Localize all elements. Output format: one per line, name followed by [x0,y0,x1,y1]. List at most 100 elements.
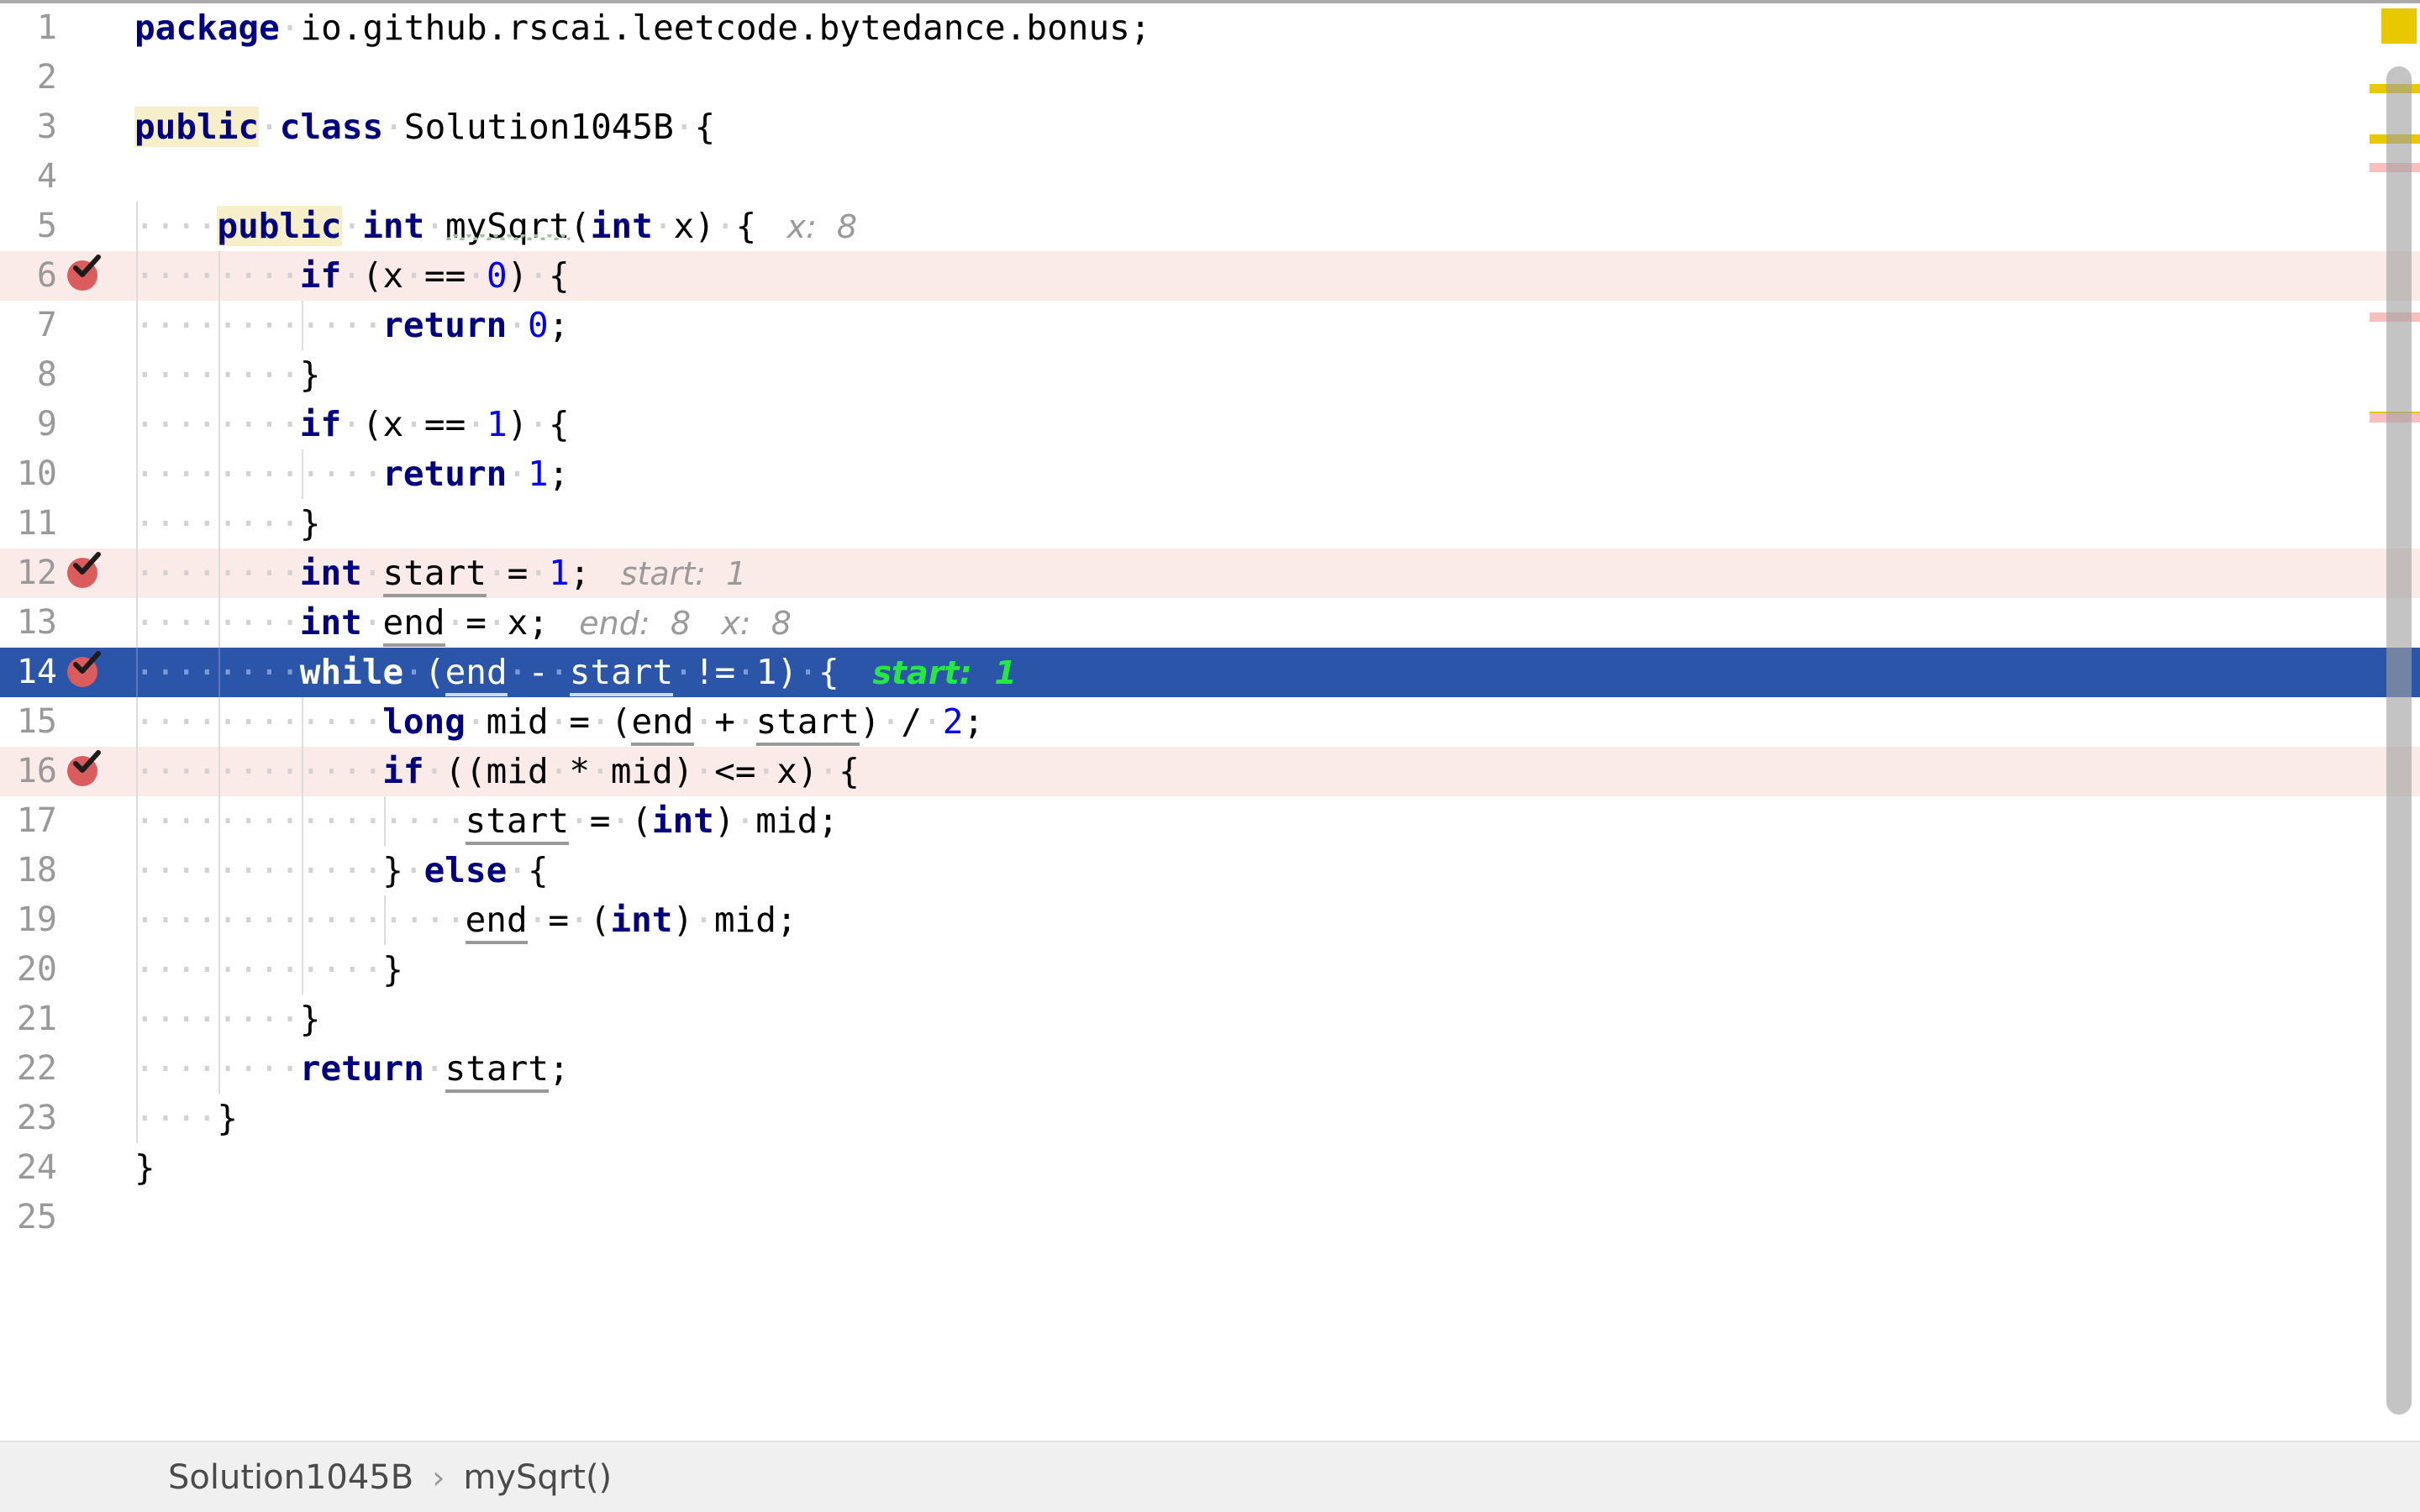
breadcrumb: Solution1045B › mySqrt() [0,1441,2420,1512]
code-line[interactable]: 10 ············ return·1; [0,449,2420,499]
editor-gutter[interactable]: 22 [0,1044,134,1094]
code-token: } [299,999,321,1039]
editor-gutter[interactable]: 12 [0,549,134,598]
code-line[interactable]: 3 public·class·Solution1045B·{ [0,102,2420,152]
code-token: if [382,751,424,791]
code-line[interactable]: 4 [0,152,2420,202]
breakpoint-icon[interactable] [67,255,101,291]
code-token: int [299,602,362,643]
line-number: 12 [16,554,57,592]
editor-gutter[interactable]: 1 [0,3,134,53]
vertical-scrollbar[interactable] [2386,3,2412,1441]
code-token: · [424,1048,445,1089]
code-token: · [590,701,611,742]
code-line[interactable]: 17 ················ start·=·(int)·mid; [0,796,2420,846]
editor-gutter[interactable]: 7 [0,301,134,350]
breakpoint-verified-check-icon [73,552,102,577]
breakpoint-icon[interactable] [67,651,101,687]
editor-gutter[interactable]: 6 [0,251,134,301]
code-line[interactable]: 2 [0,53,2420,102]
code-line[interactable]: 12 ········ int·start·=·1; start: 1 [0,549,2420,598]
code-token: · [549,652,570,692]
editor-gutter[interactable]: 10 [0,449,134,499]
code-line[interactable]: 20 ············} [0,945,2420,995]
code-line[interactable]: 22 ········ return·start; [0,1044,2420,1094]
code-token: · [755,751,777,791]
code-line[interactable]: 24} [0,1143,2420,1193]
breadcrumb-method[interactable]: mySqrt() [463,1458,612,1497]
code-token: = [548,900,570,940]
code-line[interactable]: 8 ········} [0,350,2420,400]
editor-gutter[interactable]: 20 [0,945,134,995]
code-token: · [403,255,424,296]
code-line[interactable]: 14 ········ while·(end·-·start·!=·1)·{ sta… [0,648,2420,697]
code-line[interactable]: 6 ········ if·(x·==·0)·{ [0,251,2420,301]
editor-gutter[interactable]: 8 [0,350,134,400]
editor-gutter[interactable]: 11 [0,499,134,549]
editor-gutter[interactable]: 19 [0,895,134,945]
code-line[interactable]: 11 ········} [0,499,2420,549]
code-line[interactable]: 1 package·io.github.rscai.leetcode.byteda… [0,3,2420,53]
editor-gutter[interactable]: 17 [0,796,134,846]
code-token: · [445,602,466,643]
code-line[interactable]: 23 ····} [0,1094,2420,1143]
editor-gutter[interactable]: 13 [0,598,134,648]
code-token: · [403,652,424,692]
editor-gutter[interactable]: 4 [0,152,134,202]
code-token: · [610,801,632,841]
code-line[interactable]: 19 ················ end·=·(int)·mid; [0,895,2420,945]
code-line[interactable]: 16 ············ if·((mid·*·mid)·<=·x)·{ [0,747,2420,796]
whitespace-dots: ············ [134,949,384,990]
code-editor-area[interactable]: 1 package·io.github.rscai.leetcode.byteda… [0,3,2420,1441]
breadcrumb-class[interactable]: Solution1045B [168,1458,413,1497]
code-line[interactable]: 18 ············}·else·{ [0,846,2420,895]
line-number: 19 [16,900,57,939]
code-token: · [528,255,550,296]
editor-gutter[interactable]: 16 [0,747,134,796]
editor-gutter[interactable]: 24 [0,1143,134,1193]
code-line[interactable]: 25 [0,1193,2420,1242]
editor-gutter[interactable]: 18 [0,846,134,895]
breakpoint-icon[interactable] [67,552,101,588]
code-line[interactable]: 9 ········ if·(x·==·1)·{ [0,400,2420,449]
scrollbar-thumb[interactable] [2386,66,2412,1415]
editor-gutter[interactable]: 23 [0,1094,134,1143]
code-token: (x [361,255,404,296]
code-token: ((mid [445,751,549,791]
code-line-text: ········} [134,350,320,400]
editor-gutter[interactable]: 25 [0,1193,134,1242]
whitespace-dots: ········ [134,255,301,296]
code-token: ( [589,900,611,940]
code-line[interactable]: 21 ········} [0,995,2420,1044]
editor-gutter[interactable]: 21 [0,995,134,1044]
code-token: ( [610,701,632,742]
code-token: · [424,206,445,246]
code-line-text: ···· public·int·mySqrt(int·x)·{ x: 8 [134,202,857,251]
code-token: · [527,900,549,940]
code-line[interactable]: 15 ············ long·mid·=·(end·+·start)·/… [0,697,2420,747]
code-token: + [714,701,735,742]
breakpoint-icon[interactable] [67,750,101,786]
code-line[interactable]: 13 ········ int·end·=·x; end: 8 x: 8 [0,598,2420,648]
line-number: 10 [16,454,57,493]
editor-gutter[interactable]: 9 [0,400,134,449]
whitespace-dots: ············ [134,701,384,742]
code-token: } [382,949,403,990]
whitespace-dots: ········ [134,652,301,692]
editor-gutter[interactable]: 2 [0,53,134,102]
code-token: = [466,602,487,643]
code-line[interactable]: 5 ···· public·int·mySqrt(int·x)·{ x: 8 [0,202,2420,251]
indent-guides [134,1094,1143,1143]
line-number: 6 [36,256,57,295]
editor-gutter[interactable]: 3 [0,102,134,152]
editor-gutter[interactable]: 15 [0,697,134,747]
line-number: 2 [36,58,57,97]
code-token: · [403,404,424,444]
code-token: · [466,255,487,296]
code-token: 1 [486,404,508,444]
editor-gutter[interactable]: 14 [0,648,134,697]
code-line[interactable]: 7 ············ return·0; [0,301,2420,350]
code-token: 1 [549,553,570,593]
editor-gutter[interactable]: 5 [0,202,134,251]
code-token: ; [548,454,570,494]
